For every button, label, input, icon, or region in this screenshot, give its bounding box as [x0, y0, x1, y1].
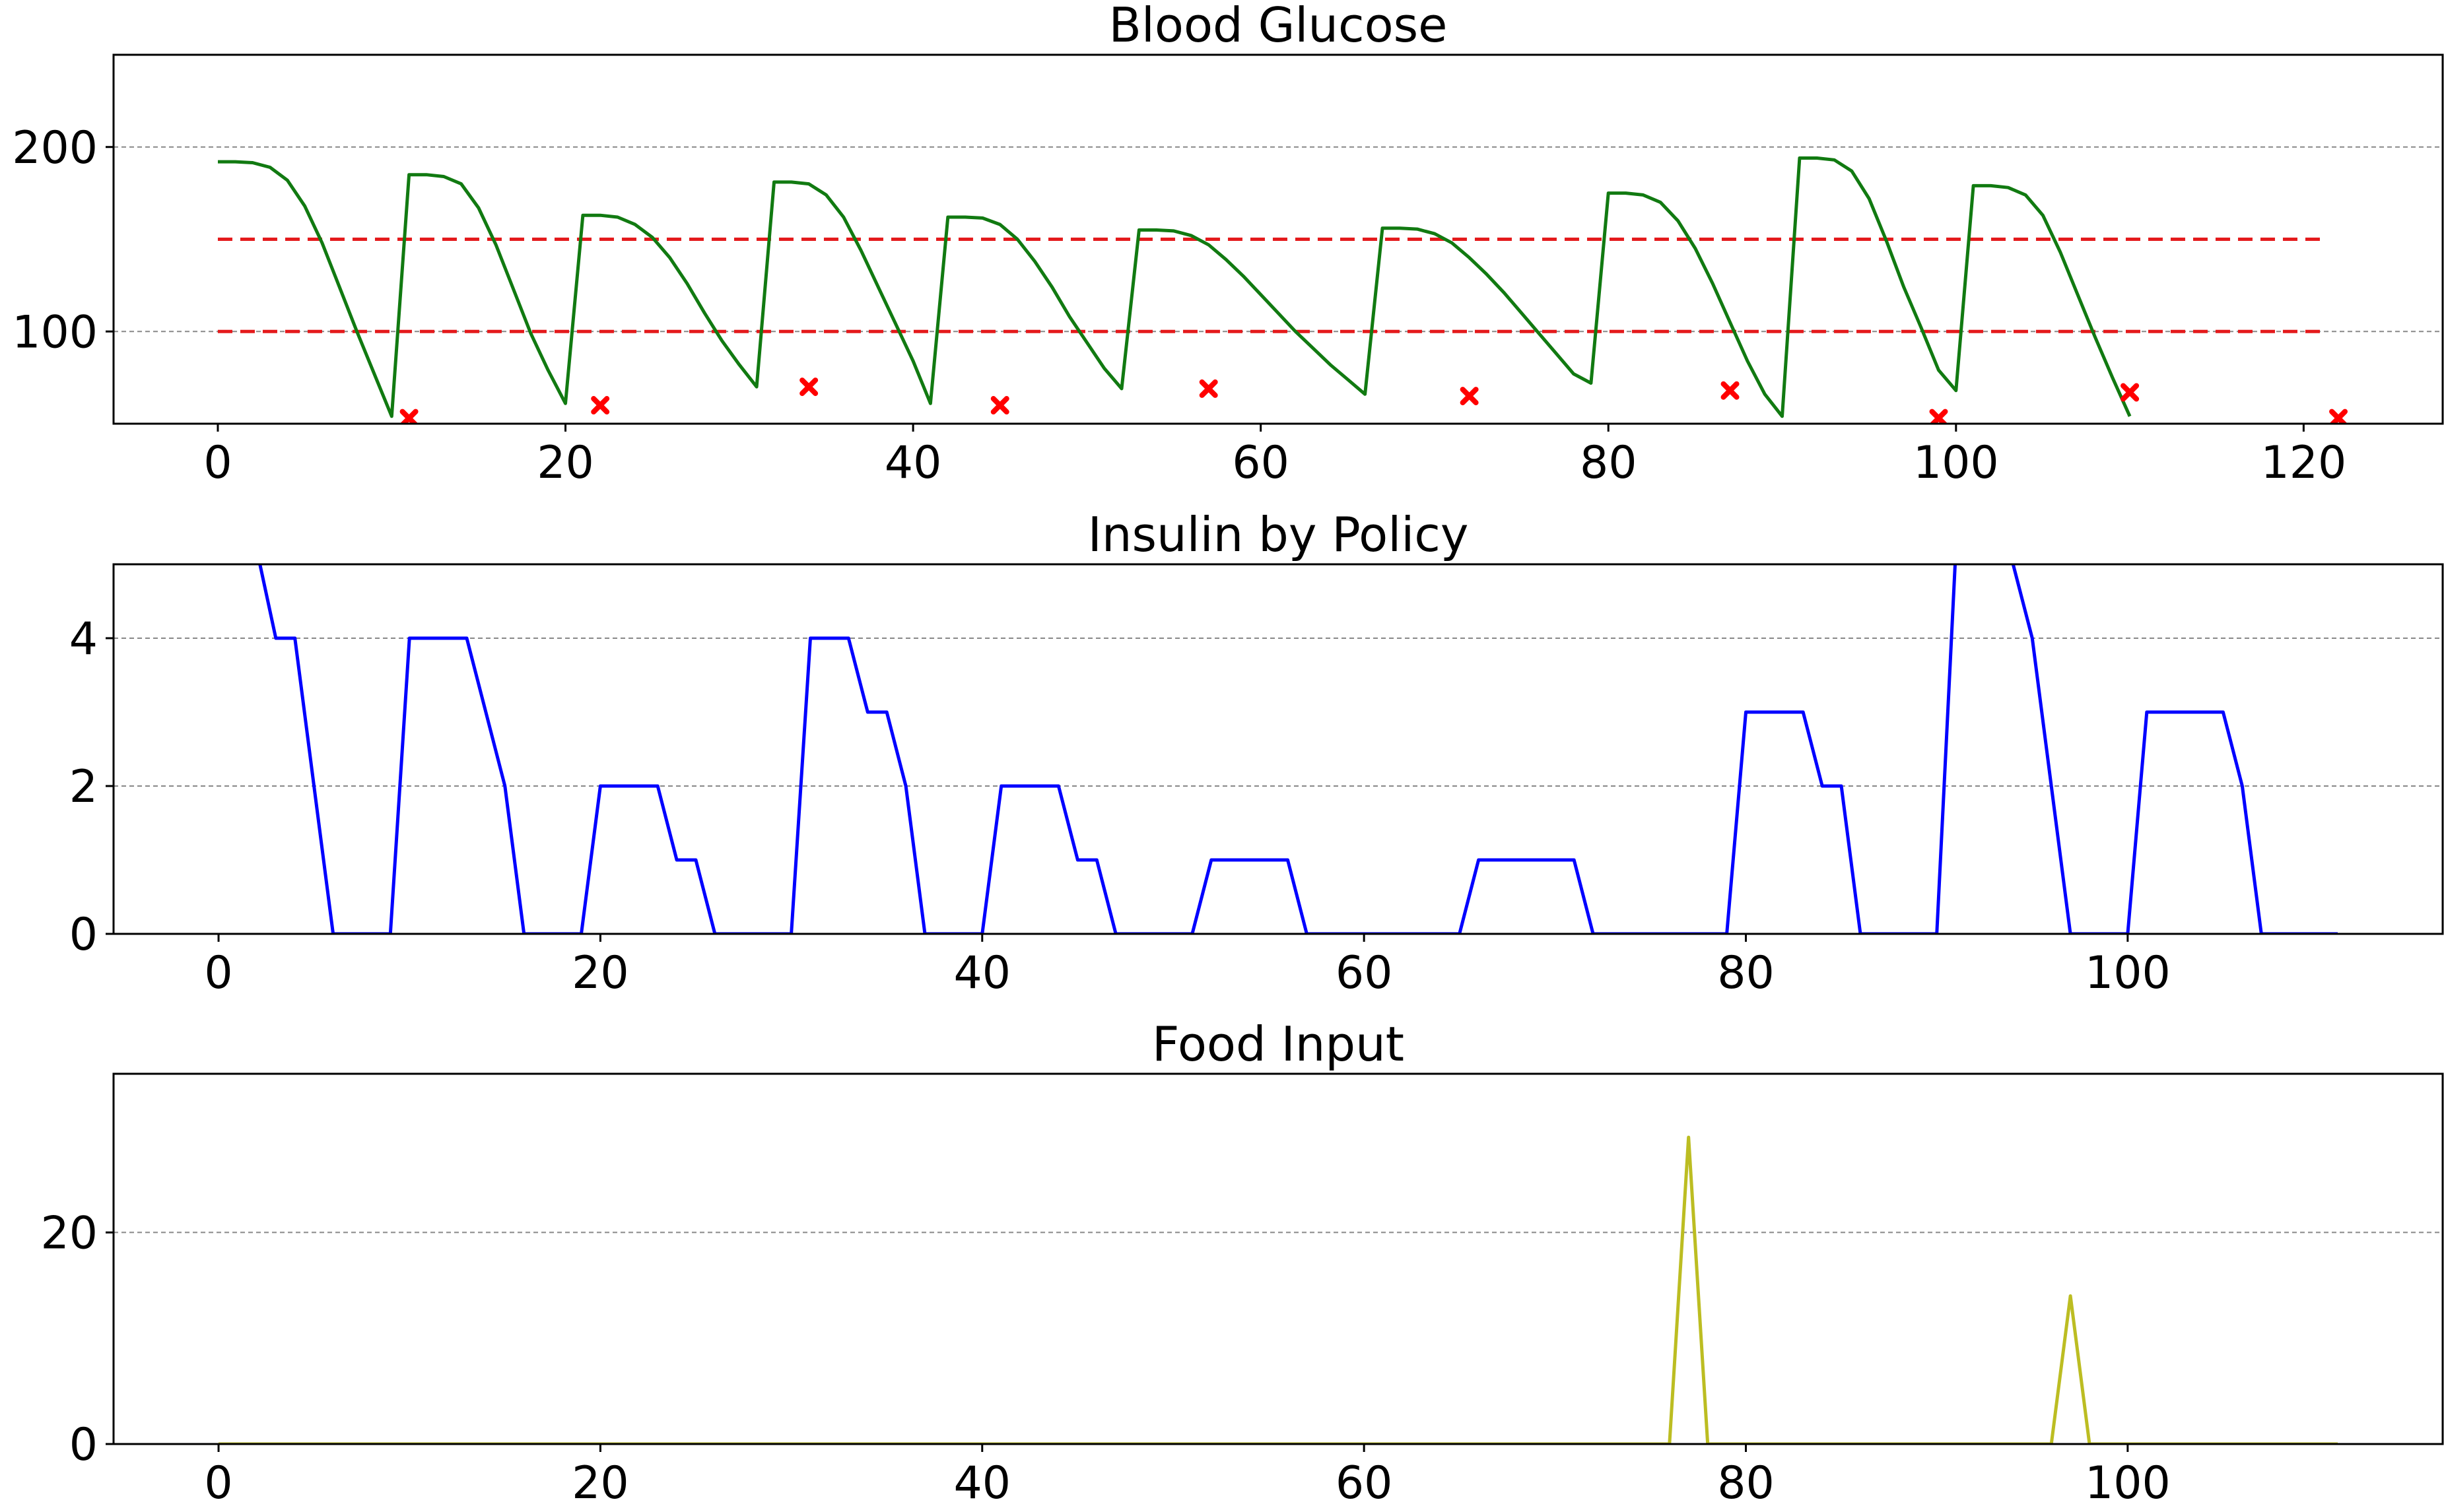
x-tick-label: 120	[2260, 437, 2346, 489]
figure: Blood Glucose0 20 40 60 80 100 120100200Insuli…	[12, 0, 2444, 1509]
marker-point-6	[1720, 381, 1740, 400]
y-tick-label: 200	[12, 122, 98, 174]
x-tick-label: 0	[204, 947, 232, 999]
x-tick-label: 60	[1336, 1457, 1393, 1509]
axes-frame	[112, 563, 2444, 935]
y-tick-label: 20	[40, 1207, 98, 1259]
series-line-0	[219, 1135, 2338, 1444]
chart-title: Food Input	[1152, 1016, 1404, 1072]
y-tick-label: 0	[69, 909, 98, 961]
x-tick-label: 40	[885, 437, 942, 489]
marker-point-2	[799, 378, 819, 397]
x-tick-label: 60	[1232, 437, 1289, 489]
x-tick-label: 80	[1717, 1457, 1775, 1509]
y-tick-label: 4	[69, 613, 98, 665]
x-tick-label: 100	[1913, 437, 1999, 489]
x-tick-label: 80	[1717, 947, 1775, 999]
marker-point-8	[2121, 383, 2140, 402]
y-tick-label: 2	[69, 761, 98, 813]
x-tick-label: 100	[2085, 947, 2171, 999]
axes-frame	[112, 1072, 2444, 1445]
marker-point-1	[591, 396, 610, 415]
x-tick-label: 60	[1336, 947, 1393, 999]
x-tick-label: 0	[203, 437, 232, 489]
x-tick-label: 100	[2085, 1457, 2171, 1509]
x-tick-label: 20	[537, 437, 594, 489]
panel-2: Food Input 0 20 40 60 80 100 0 20	[40, 1016, 2444, 1509]
panel-0: Blood Glucose 0 20 40 60 80 100 120 100 200	[12, 0, 2444, 489]
marker-point-4	[1199, 379, 1218, 398]
panel-1: Insulin by Policy 0 20 40 60 80 100 0 2 4	[69, 507, 2444, 999]
series-line-0	[258, 564, 2338, 934]
marker-point-5	[1460, 387, 1479, 406]
y-tick-label: 0	[69, 1419, 98, 1471]
x-tick-label: 0	[204, 1457, 232, 1509]
x-tick-label: 80	[1580, 437, 1637, 489]
chart-title: Insulin by Policy	[1088, 507, 1469, 562]
x-tick-label: 20	[572, 947, 629, 999]
plot-area	[219, 1135, 2338, 1444]
y-tick-label: 100	[12, 306, 98, 358]
series-line-0	[218, 156, 2132, 418]
x-tick-label: 40	[954, 947, 1011, 999]
plot-area	[258, 564, 2338, 934]
plot-area	[217, 156, 2348, 424]
marker-point-3	[990, 396, 1009, 415]
x-tick-label: 40	[954, 1457, 1011, 1509]
chart-title: Blood Glucose	[1109, 0, 1448, 53]
x-tick-label: 20	[572, 1457, 629, 1509]
